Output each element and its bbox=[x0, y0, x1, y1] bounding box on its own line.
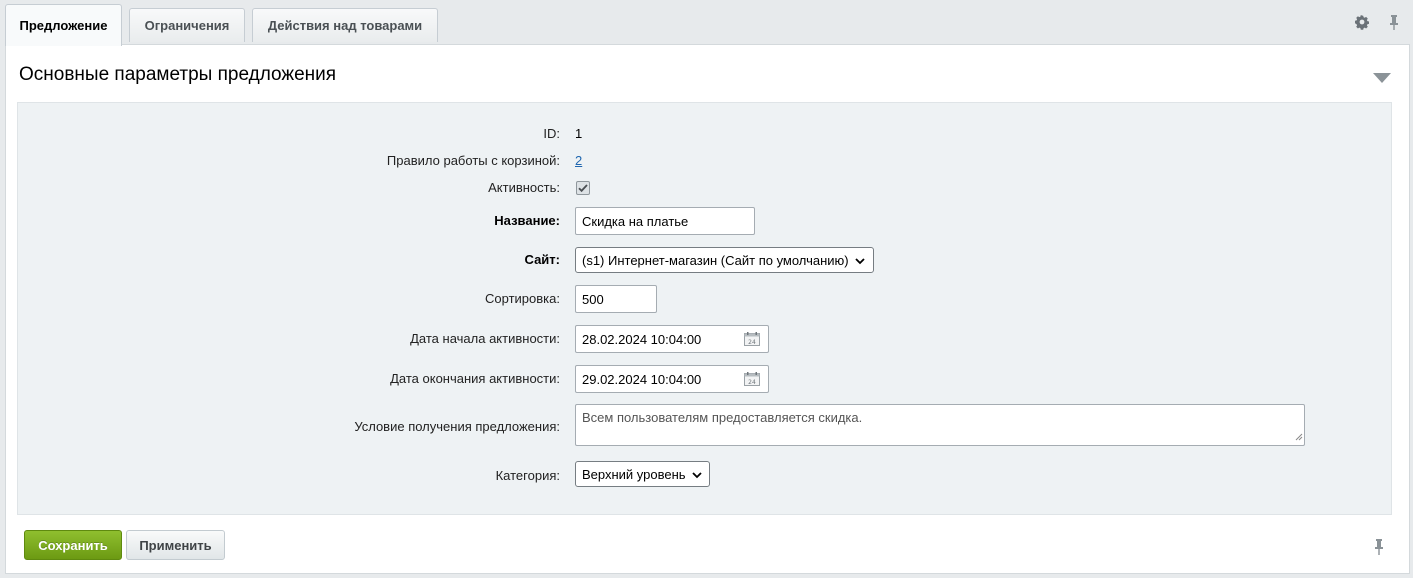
category-select[interactable]: Верхний уровень bbox=[575, 461, 710, 487]
save-button[interactable]: Сохранить bbox=[24, 530, 122, 560]
condition-textarea[interactable]: Всем пользователям предоставляется скидк… bbox=[575, 404, 1305, 446]
chevron-down-icon bbox=[691, 467, 702, 482]
condition-value: Всем пользователям предоставляется скидк… bbox=[582, 410, 863, 425]
date-end-label: Дата окончания активности: bbox=[390, 371, 560, 386]
offer-edit-screen: Предложение Ограничения Действия над тов… bbox=[0, 0, 1413, 578]
site-label: Сайт: bbox=[524, 252, 560, 267]
tab-product-actions[interactable]: Действия над товарами bbox=[252, 8, 438, 42]
cart-rule-link[interactable]: 2 bbox=[575, 153, 582, 168]
main-panel: Основные параметры предложения ID: 1 Пра… bbox=[5, 44, 1410, 574]
calendar-icon[interactable]: 24 bbox=[744, 372, 760, 389]
tab-restrictions[interactable]: Ограничения bbox=[129, 8, 245, 42]
tab-offer[interactable]: Предложение bbox=[5, 4, 122, 46]
name-input[interactable]: Скидка на платье bbox=[575, 207, 755, 235]
category-label: Категория: bbox=[495, 468, 560, 483]
apply-button[interactable]: Применить bbox=[126, 530, 225, 560]
active-label: Активность: bbox=[488, 180, 560, 195]
pin-icon[interactable] bbox=[1386, 14, 1402, 30]
date-end-value: 29.02.2024 10:04:00 bbox=[582, 371, 702, 387]
svg-text:24: 24 bbox=[748, 339, 756, 346]
id-value: 1 bbox=[575, 126, 583, 141]
gear-icon[interactable] bbox=[1354, 14, 1370, 30]
section-title: Основные параметры предложения bbox=[19, 64, 337, 85]
form-area: ID: 1 Правило работы с корзиной: 2 Актив… bbox=[17, 102, 1392, 515]
condition-label: Условие получения предложения: bbox=[354, 419, 560, 434]
id-label: ID: bbox=[543, 126, 560, 141]
cart-rule-label: Правило работы с корзиной: bbox=[386, 153, 560, 168]
date-end-input[interactable]: 29.02.2024 10:04:00 24 bbox=[575, 365, 769, 393]
pin-icon[interactable] bbox=[1373, 538, 1385, 559]
svg-text:24: 24 bbox=[748, 379, 756, 386]
check-icon bbox=[578, 184, 588, 193]
sort-label: Сортировка: bbox=[485, 291, 560, 306]
category-select-value: Верхний уровень bbox=[582, 466, 686, 482]
calendar-icon[interactable]: 24 bbox=[744, 332, 760, 349]
date-start-value: 28.02.2024 10:04:00 bbox=[582, 331, 702, 347]
site-select[interactable]: (s1) Интернет-магазин (Сайт по умолчанию… bbox=[575, 247, 874, 273]
resize-handle-icon[interactable] bbox=[1295, 429, 1303, 444]
triangle-down-icon[interactable] bbox=[1373, 71, 1391, 86]
active-checkbox[interactable] bbox=[576, 181, 590, 195]
tab-bar: Предложение Ограничения Действия над тов… bbox=[0, 0, 1413, 46]
site-select-value: (s1) Интернет-магазин (Сайт по умолчанию… bbox=[582, 252, 849, 268]
date-start-label: Дата начала активности: bbox=[410, 331, 560, 346]
name-label: Название: bbox=[494, 213, 560, 228]
date-start-input[interactable]: 28.02.2024 10:04:00 24 bbox=[575, 325, 769, 353]
sort-input[interactable]: 500 bbox=[575, 285, 657, 313]
chevron-down-icon bbox=[855, 253, 865, 268]
